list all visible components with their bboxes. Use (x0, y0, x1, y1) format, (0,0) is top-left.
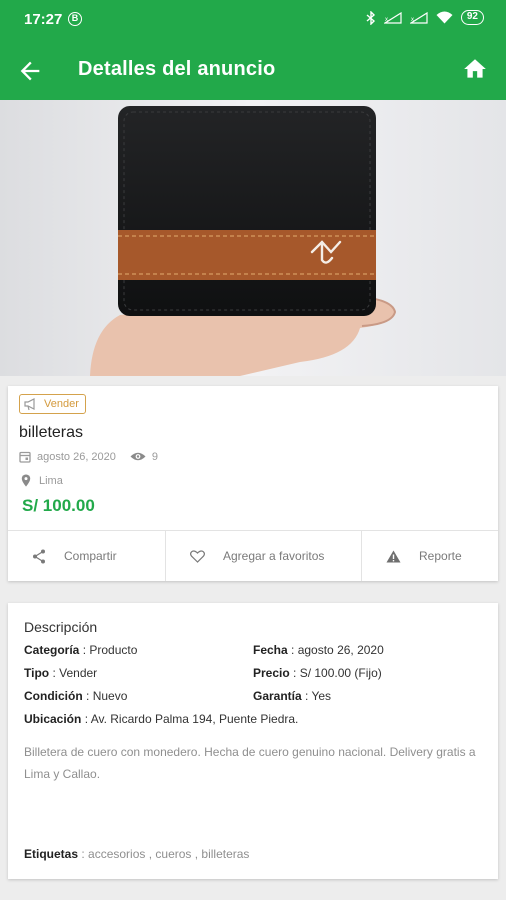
views-count: 9 (130, 451, 158, 463)
spec-type: Tipo : Vender (24, 666, 98, 680)
description-text: Billetera de cuero con monedero. Hecha d… (24, 745, 476, 781)
spec-price-value: S/ 100.00 (Fijo) (299, 666, 382, 680)
warning-icon (386, 550, 401, 562)
spec-condition-value: Nuevo (92, 689, 128, 703)
spec-warranty-label: Garantía (253, 689, 302, 703)
views-value: 9 (151, 450, 159, 463)
wallet-photo (0, 100, 506, 376)
page-title: Detalles del anuncio (78, 58, 276, 80)
svg-text:x: x (385, 17, 388, 23)
share-icon (33, 549, 45, 563)
product-name: billeteras (19, 424, 84, 441)
notification-icon: B (68, 12, 82, 26)
status-time: 17:27 (24, 11, 63, 28)
wifi-icon (436, 11, 453, 24)
heart-icon (190, 549, 205, 563)
location-value: Lima (39, 474, 63, 487)
home-icon[interactable] (462, 56, 488, 82)
listing-info-card: Vender billeteras agosto 26, 2020 9 Lima… (8, 386, 498, 581)
report-label: Reporte (419, 549, 462, 563)
spec-price-label: Precio (253, 666, 290, 680)
spec-condition-label: Condición (24, 689, 83, 703)
back-arrow-icon[interactable] (16, 57, 44, 85)
eye-icon (130, 452, 146, 461)
listing-location: Lima (21, 474, 63, 487)
listing-price: S/ 100.00 (22, 496, 95, 515)
tags-value: accesorios , cueros , billeteras (88, 847, 250, 861)
spec-warranty-value: Yes (311, 689, 332, 703)
report-button[interactable]: Reporte (362, 531, 498, 581)
favorite-label: Agregar a favoritos (223, 549, 325, 563)
status-bar: 17:27 B x x 92 (0, 0, 506, 42)
tags-label: Etiquetas (24, 847, 79, 861)
calendar-icon (19, 451, 31, 463)
listing-type-label: Vender (44, 398, 79, 410)
spec-date-value: agosto 26, 2020 (297, 643, 384, 657)
spec-location-value: Av. Ricardo Palma 194, Puente Piedra. (90, 712, 299, 726)
listing-date: agosto 26, 2020 (37, 450, 116, 463)
battery-indicator: 92 (460, 10, 484, 25)
share-button[interactable]: Compartir (8, 531, 166, 581)
spec-type-value: Vender (59, 666, 98, 680)
spec-price: Precio : S/ 100.00 (Fijo) (253, 666, 382, 680)
signal-icon-2: x (409, 11, 428, 24)
listing-meta: agosto 26, 2020 9 (19, 450, 158, 463)
spec-location: Ubicación : Av. Ricardo Palma 194, Puent… (24, 712, 299, 726)
spec-warranty: Garantía : Yes (253, 689, 332, 703)
spec-condition: Condición : Nuevo (24, 689, 128, 703)
description-card: Descripción Categoría : Producto Fecha :… (8, 603, 498, 879)
spec-category: Categoría : Producto (24, 643, 138, 657)
spec-category-label: Categoría (24, 643, 80, 657)
add-favorite-button[interactable]: Agregar a favoritos (166, 531, 362, 581)
bluetooth-icon (366, 10, 375, 25)
spec-type-label: Tipo (24, 666, 50, 680)
share-label: Compartir (64, 549, 117, 563)
megaphone-icon (24, 398, 35, 411)
status-icons: x x 92 (366, 10, 484, 25)
product-photo[interactable] (0, 100, 506, 376)
tags-row: Etiquetas : accesorios , cueros , billet… (24, 847, 250, 861)
spec-date: Fecha : agosto 26, 2020 (253, 643, 384, 657)
action-bar: Compartir Agregar a favoritos Reporte (8, 530, 498, 581)
svg-text:x: x (411, 17, 414, 23)
location-pin-icon (21, 474, 31, 487)
spec-location-label: Ubicación (24, 712, 82, 726)
spec-category-value: Producto (89, 643, 138, 657)
listing-type-badge: Vender (19, 394, 86, 414)
signal-icon: x (383, 11, 402, 24)
app-bar: Detalles del anuncio (0, 42, 506, 100)
description-title: Descripción (24, 619, 98, 635)
spec-date-label: Fecha (253, 643, 288, 657)
